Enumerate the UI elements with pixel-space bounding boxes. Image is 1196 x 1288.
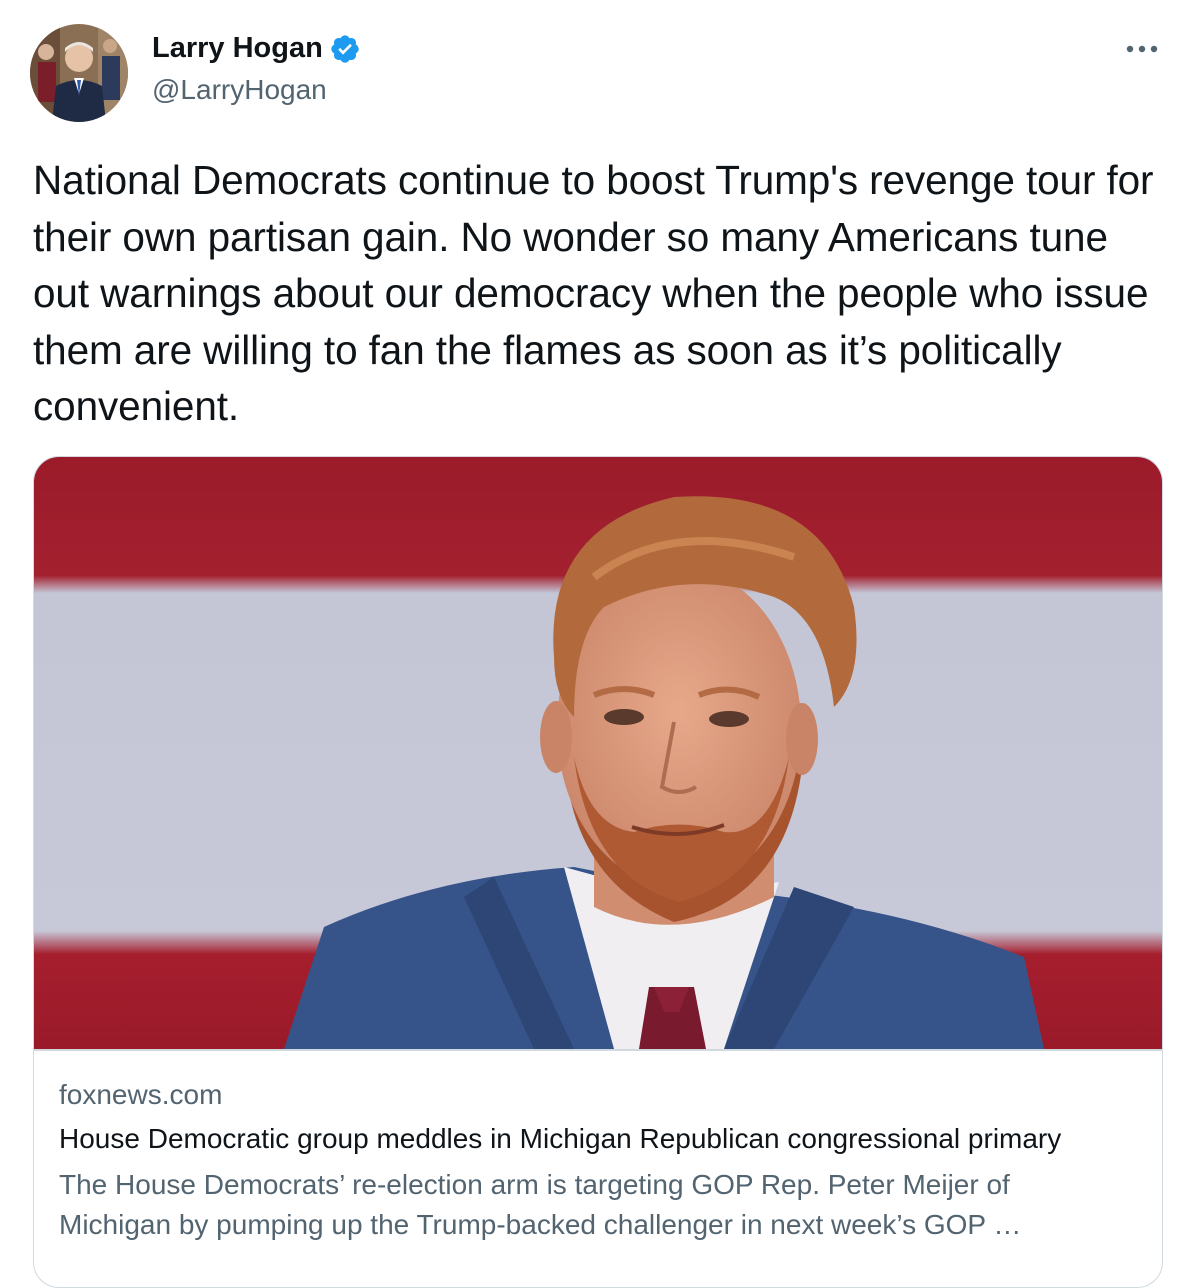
author-avatar[interactable] (30, 24, 128, 122)
link-card-description: The House Democrats’ re-election arm is … (59, 1169, 1022, 1240)
card-divider (34, 1049, 1162, 1051)
author-name-row: Larry Hogan (152, 32, 361, 65)
verified-badge-icon (329, 33, 361, 65)
tweet: Larry Hogan @LarryHogan National Democra… (0, 0, 1196, 1288)
link-card[interactable]: foxnews.com House Democratic group meddl… (33, 456, 1163, 1288)
link-card-title[interactable]: House Democratic group meddles in Michig… (59, 1123, 1061, 1155)
author-display-name[interactable]: Larry Hogan (152, 32, 323, 65)
link-card-domain: foxnews.com (59, 1079, 223, 1110)
author-handle[interactable]: @LarryHogan (152, 74, 327, 106)
more-options-icon[interactable] (1122, 34, 1162, 64)
tweet-text: National Democrats continue to boost Tru… (33, 157, 1154, 429)
link-card-image[interactable] (34, 457, 1162, 1049)
